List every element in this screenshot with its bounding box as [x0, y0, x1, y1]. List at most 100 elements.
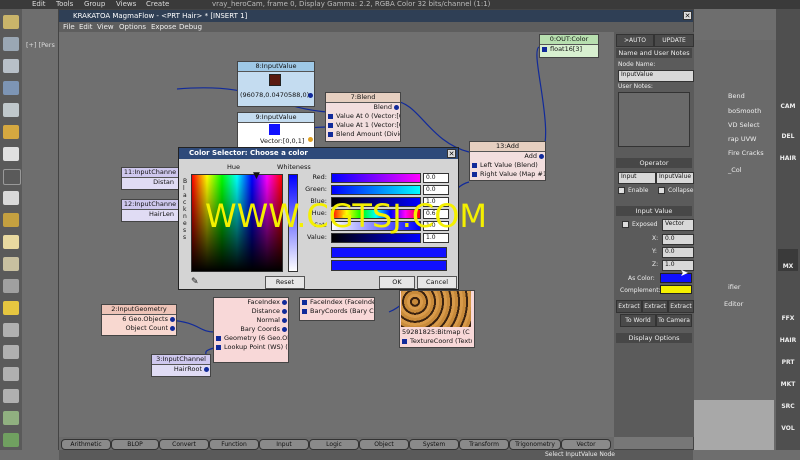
- toolbar-mkt-button[interactable]: MKT: [778, 367, 798, 389]
- tool-icon[interactable]: [3, 257, 19, 271]
- reset-button[interactable]: Reset: [265, 276, 305, 289]
- operator-type-select[interactable]: Input: [618, 172, 656, 184]
- section-name-notes[interactable]: Name and User Notes: [616, 48, 692, 58]
- toolbar-hair-button[interactable]: HAIR: [778, 141, 798, 163]
- tool-icon[interactable]: [3, 125, 19, 139]
- exposed-checkbox[interactable]: [622, 221, 629, 228]
- cancel-button[interactable]: Cancel: [417, 276, 457, 289]
- output-socket[interactable]: [204, 367, 209, 372]
- red-input[interactable]: 0.0: [423, 173, 449, 183]
- node-intersect[interactable]: FaceIndex Distance Normal Bary Coords Ge…: [213, 297, 289, 363]
- node-add-13[interactable]: 13:Add Add Left Value (Blend) Right Valu…: [469, 141, 546, 181]
- tool-icon[interactable]: [3, 323, 19, 337]
- menu-edit[interactable]: Edit: [32, 0, 46, 9]
- close-icon[interactable]: ✕: [683, 11, 692, 20]
- tool-icon[interactable]: [3, 367, 19, 381]
- node-input-value-8[interactable]: 8:InputValue (96078,0.0470588,0): [237, 61, 315, 107]
- type-select[interactable]: Vector: [662, 219, 694, 231]
- ok-button[interactable]: OK: [379, 276, 415, 289]
- extract-y-button[interactable]: Extract Y: [642, 300, 668, 321]
- hue-marker-icon[interactable]: ▼: [253, 171, 260, 181]
- modifier-item[interactable]: Bend: [728, 92, 745, 100]
- tool-icon[interactable]: [3, 411, 19, 425]
- tab-function[interactable]: Function: [209, 439, 259, 450]
- input-socket[interactable]: [302, 309, 307, 314]
- output-socket[interactable]: [308, 93, 313, 98]
- enable-checkbox[interactable]: ✓: [618, 187, 625, 195]
- modifier-item[interactable]: rap UVW: [728, 135, 756, 143]
- modifier-item[interactable]: VD Select: [728, 121, 760, 129]
- output-socket[interactable]: [539, 154, 544, 159]
- extract-x-button[interactable]: Extract X: [616, 300, 642, 321]
- node-input-value-9[interactable]: 9:InputValue Vector:[0,0,1]: [237, 112, 315, 148]
- toolbar-src-button[interactable]: SRC: [778, 389, 798, 411]
- tab-object[interactable]: Object: [359, 439, 409, 450]
- green-slider[interactable]: [331, 185, 421, 195]
- output-socket[interactable]: [282, 300, 287, 305]
- extract-z-button[interactable]: Extract Z: [668, 300, 694, 321]
- close-icon[interactable]: ✕: [447, 149, 456, 158]
- input-socket[interactable]: [328, 123, 333, 128]
- output-socket[interactable]: [170, 317, 175, 322]
- x-input[interactable]: 0.0: [662, 234, 694, 245]
- tab-system[interactable]: System: [409, 439, 459, 450]
- tab-transform[interactable]: Transform: [459, 439, 509, 450]
- tool-icon[interactable]: [3, 301, 19, 315]
- menu-views[interactable]: Views: [116, 0, 136, 9]
- tool-icon[interactable]: [3, 279, 19, 293]
- y-input[interactable]: 0.0: [662, 247, 694, 258]
- output-socket[interactable]: [170, 326, 175, 331]
- tab-logic[interactable]: Logic: [309, 439, 359, 450]
- node-blend-7[interactable]: 7:Blend Blend Value At 0 (Vector:[0 Valu…: [325, 92, 401, 142]
- node-output-color-0[interactable]: 0:OUT:Color float16[3]: [539, 34, 599, 58]
- menu-view[interactable]: View: [97, 22, 114, 32]
- to-world-button[interactable]: To World: [620, 314, 656, 327]
- user-notes-textarea[interactable]: [618, 92, 690, 147]
- input-socket[interactable]: [302, 300, 307, 305]
- node-name-input[interactable]: InputValue: [618, 70, 694, 82]
- node-input-channel-12[interactable]: 12:InputChanne HairLen: [121, 199, 179, 222]
- tool-icon[interactable]: [3, 433, 19, 447]
- tool-icon[interactable]: [3, 191, 19, 205]
- tool-icon[interactable]: [3, 345, 19, 359]
- menu-debug[interactable]: Debug: [179, 22, 202, 32]
- tool-icon[interactable]: [3, 15, 19, 29]
- modifier-item[interactable]: Editor: [724, 300, 743, 308]
- tab-blop[interactable]: BLOP: [111, 439, 159, 450]
- toolbar-vol-button[interactable]: VOL: [778, 411, 798, 433]
- output-socket[interactable]: [282, 318, 287, 323]
- eyedropper-icon[interactable]: ✎: [191, 277, 199, 287]
- to-camera-button[interactable]: To Camera: [656, 314, 692, 327]
- menu-group[interactable]: Group: [84, 0, 105, 9]
- toolbar-hair2-button[interactable]: HAIR: [778, 323, 798, 345]
- section-display-options[interactable]: Display Options: [616, 333, 692, 343]
- tool-icon[interactable]: [3, 37, 19, 51]
- tool-icon[interactable]: [3, 235, 19, 249]
- collapse-checkbox[interactable]: [658, 187, 665, 194]
- tool-icon[interactable]: [3, 169, 21, 185]
- tool-icon[interactable]: [3, 81, 19, 95]
- output-socket[interactable]: [394, 105, 399, 110]
- tab-vector[interactable]: Vector: [561, 439, 611, 450]
- tool-icon[interactable]: [3, 147, 19, 161]
- menu-options[interactable]: Options: [119, 22, 146, 32]
- input-socket[interactable]: [216, 345, 221, 350]
- menu-edit[interactable]: Edit: [79, 22, 93, 32]
- section-input-value[interactable]: Input Value: [616, 206, 692, 216]
- tool-icon[interactable]: [3, 389, 19, 403]
- toolbar-cam-button[interactable]: CAM: [778, 89, 798, 111]
- toolbar-prt-button[interactable]: PRT: [778, 345, 798, 367]
- menu-file[interactable]: File: [63, 22, 75, 32]
- input-socket[interactable]: [216, 336, 221, 341]
- toolbar-del-button[interactable]: DEL: [778, 119, 798, 141]
- input-socket[interactable]: [328, 132, 333, 137]
- input-socket[interactable]: [402, 339, 407, 344]
- viewport-label[interactable]: [+] [Pers: [26, 41, 55, 49]
- node-bitmap[interactable]: 59281825:Bitmap (C TextureCoord (Textu: [399, 290, 475, 348]
- tab-arithmetic[interactable]: Arithmetic: [61, 439, 111, 450]
- red-slider[interactable]: [331, 173, 421, 183]
- node-input-channel-3[interactable]: 3:InputChannel HairRoot: [151, 354, 211, 377]
- z-input[interactable]: 1.0: [662, 260, 694, 271]
- menu-expose[interactable]: Expose: [151, 22, 176, 32]
- node-face-query[interactable]: FaceIndex (FaceInde BaryCoords (Bary Co: [299, 297, 375, 321]
